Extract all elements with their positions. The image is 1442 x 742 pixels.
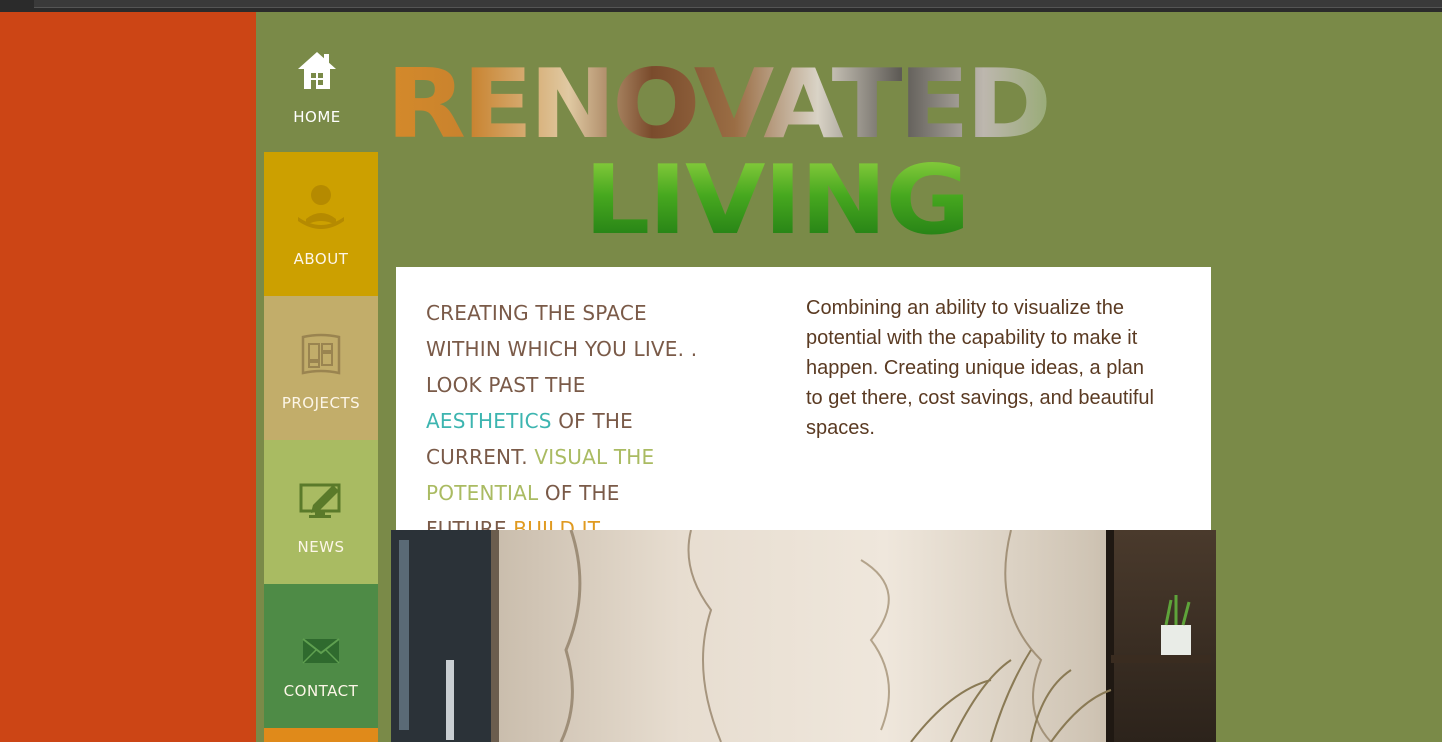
tagline-text-1: CREATING THE SPACE WITHIN WHICH YOU LIVE… bbox=[426, 301, 698, 397]
hero-photo bbox=[391, 530, 1216, 742]
site-logo[interactable]: RENOVATED LIVING bbox=[386, 56, 1216, 253]
logo-living: LIVING bbox=[584, 152, 1014, 248]
logo-renovated: RENOVATED bbox=[386, 56, 1216, 152]
monitor-pen-icon bbox=[299, 481, 343, 526]
blueprint-icon bbox=[300, 333, 342, 382]
nav-news-label: NEWS bbox=[297, 538, 345, 556]
tagline: CREATING THE SPACE WITHIN WHICH YOU LIVE… bbox=[426, 295, 716, 547]
nav-home[interactable]: HOME bbox=[256, 12, 378, 152]
browser-bar bbox=[0, 0, 1442, 12]
intro-description: Combining an ability to visualize the po… bbox=[806, 297, 1154, 439]
envelope-icon bbox=[302, 637, 340, 670]
nav-contact-label: CONTACT bbox=[283, 682, 359, 700]
tagline-aesthetics: AESTHETICS bbox=[426, 409, 552, 433]
nav-contact[interactable]: CONTACT bbox=[264, 584, 378, 728]
reader-icon bbox=[296, 183, 346, 238]
nav-projects-label: PROJECTS bbox=[281, 394, 361, 412]
nav-about[interactable]: ABOUT bbox=[264, 152, 378, 296]
nav-next-item[interactable] bbox=[264, 728, 378, 742]
intro-card: CREATING THE SPACE WITHIN WHICH YOU LIVE… bbox=[396, 267, 1211, 541]
nav-projects[interactable]: PROJECTS bbox=[264, 296, 378, 440]
nav-news[interactable]: NEWS bbox=[264, 440, 378, 584]
home-icon bbox=[296, 49, 338, 96]
nav-about-label: ABOUT bbox=[293, 250, 349, 268]
address-bar[interactable] bbox=[34, 0, 1442, 8]
main-nav: HOME ABOUT PROJECTS NEWS CONTACT bbox=[256, 12, 378, 742]
nav-home-label: HOME bbox=[293, 108, 341, 126]
left-color-strip bbox=[0, 12, 256, 742]
